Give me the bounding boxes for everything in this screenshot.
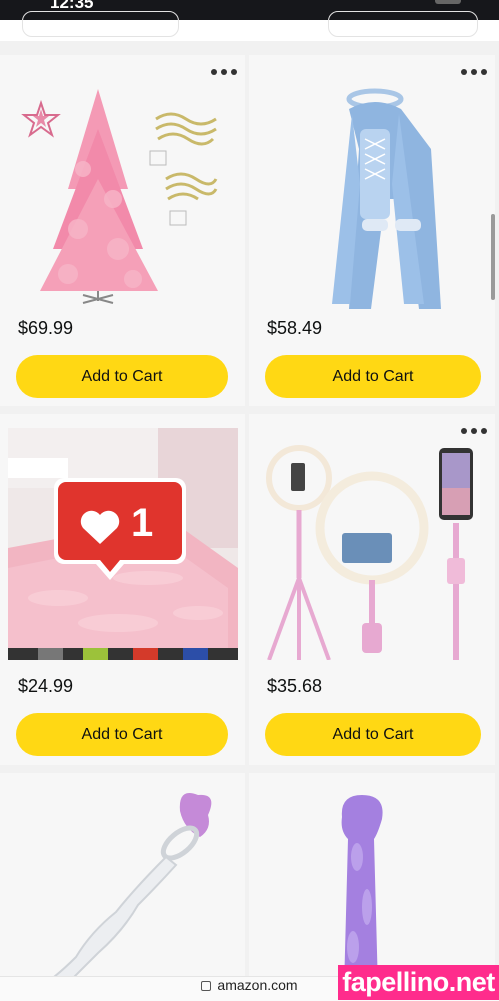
product-card[interactable]: $58.49 Add to Cart [249,55,495,406]
ring-light-tripod-image[interactable] [257,428,485,660]
scrollbar[interactable] [491,214,495,300]
watermark: fapellino.net [338,965,499,1000]
product-price: $58.49 [267,318,323,338]
product-price: $24.99 [18,676,74,696]
blue-costume-image[interactable] [257,69,482,309]
product-card[interactable]: $69.99 Add to Cart [0,55,245,406]
back-button[interactable] [22,11,179,37]
add-to-cart-button[interactable]: Add to Cart [16,713,228,756]
product-card[interactable] [249,773,495,976]
like-count: 1 [131,501,153,545]
battery-icon [435,0,461,4]
like-notification-badge: 1 [54,478,186,580]
browser-toolbar [0,11,499,42]
product-card[interactable] [0,773,245,976]
product-card[interactable]: $35.68 Add to Cart [249,414,495,765]
add-to-cart-button[interactable]: Add to Cart [265,355,481,398]
pink-christmas-tree-image[interactable] [8,69,233,309]
product-price: $69.99 [18,318,74,338]
add-to-cart-button[interactable]: Add to Cart [265,713,481,756]
url-domain: amazon.com [217,977,298,993]
product-card[interactable]: $24.99 Add to Cart [0,414,245,765]
glass-wand-image[interactable] [8,787,233,976]
product-price: $35.68 [267,676,323,696]
add-to-cart-button[interactable]: Add to Cart [16,355,228,398]
lock-icon [201,981,212,992]
tabs-button[interactable] [328,11,478,37]
purple-toy-image[interactable] [257,787,482,976]
